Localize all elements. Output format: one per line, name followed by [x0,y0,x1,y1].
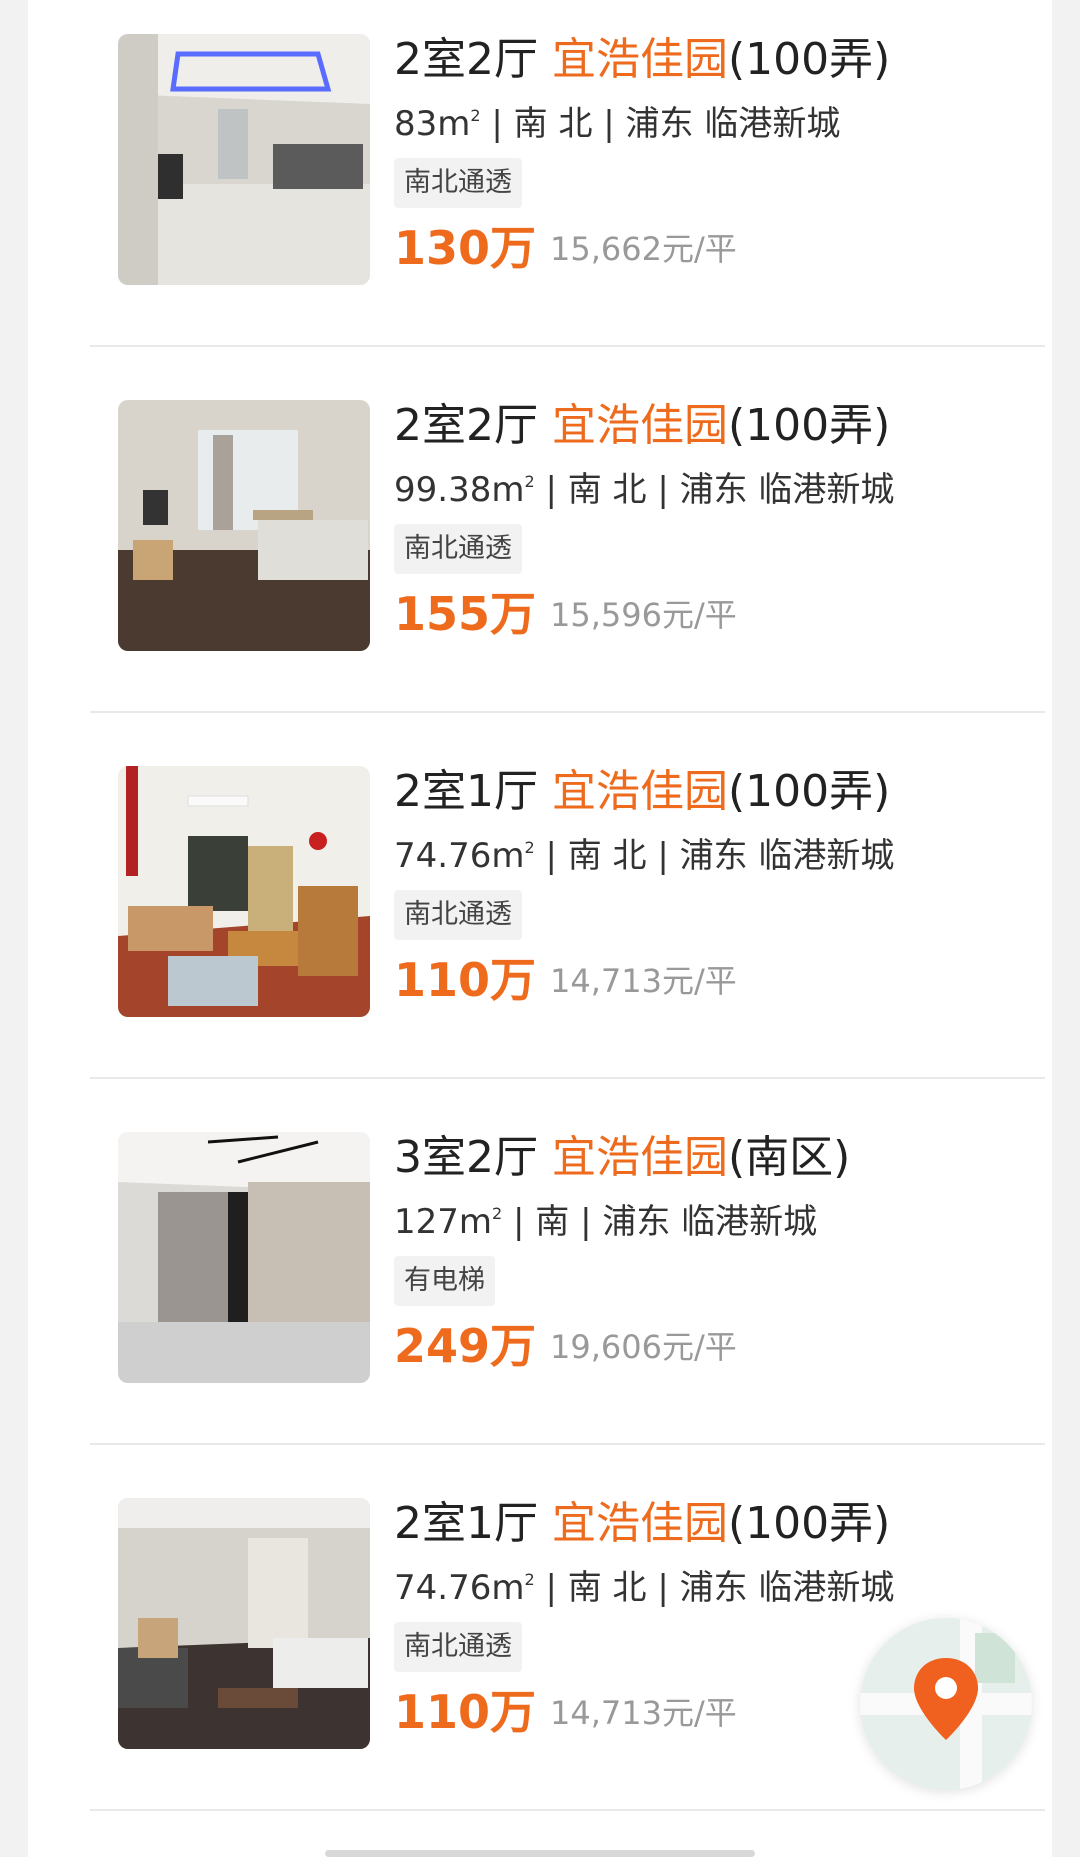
listing-page: 2室2厅 宜浩佳园(100弄) 83m2 | 南 北 | 浦东 临港新城 南北通… [28,0,1052,1857]
listing-tag: 南北通透 [394,890,522,940]
listing-title: 2室2厅 宜浩佳园(100弄) [394,30,1034,90]
listing-district: 浦东 临港新城 [679,1568,895,1608]
listing-unit-price: 14,713元/平 [550,962,737,1000]
listing-community: 宜浩佳园 [552,34,728,85]
map-button[interactable] [860,1618,1032,1790]
listing-orientation: 南 北 [567,470,647,510]
listing-area: 83m [394,104,471,144]
listing-card[interactable]: 2室1厅 宜浩佳园(100弄) 74.76m2 | 南 北 | 浦东 临港新城 … [90,732,1045,1098]
listing-community-suffix: (100弄) [728,1498,891,1549]
listing-card[interactable]: 2室2厅 宜浩佳园(100弄) 99.38m2 | 南 北 | 浦东 临港新城 … [90,366,1045,732]
listing-area: 127m [394,1202,493,1242]
listing-area-sup: 2 [524,472,535,491]
listing-area: 74.76m [394,836,525,876]
listing-layout: 2室2厅 [394,400,538,451]
divider [90,1443,1045,1445]
listing-layout: 2室2厅 [394,34,538,85]
listing-community-suffix: (南区) [728,1132,851,1183]
listing-photo[interactable] [118,766,370,1017]
listing-photo[interactable] [118,34,370,285]
listing-tag: 南北通透 [394,1622,522,1672]
listing-orientation: 南 北 [567,1568,647,1608]
listing-tag: 南北通透 [394,524,522,574]
listing-meta: 74.76m2 | 南 北 | 浦东 临港新城 [394,1568,895,1608]
listing-unit-price: 15,662元/平 [550,230,737,268]
listing-community-suffix: (100弄) [728,400,891,451]
listing-district: 浦东 临港新城 [679,470,895,510]
listing-unit-price: 14,713元/平 [550,1694,737,1732]
divider [90,711,1045,713]
listing-district: 浦东 临港新城 [625,104,841,144]
listing-price: 155万 [394,587,537,641]
listing-photo[interactable] [118,1132,370,1383]
listing-layout: 2室1厅 [394,1498,538,1549]
listing-tag: 有电梯 [394,1256,495,1306]
listing-meta: 99.38m2 | 南 北 | 浦东 临港新城 [394,470,895,510]
listing-area-sup: 2 [492,1204,503,1223]
listing-tag: 南北通透 [394,158,522,208]
listing-area-sup: 2 [524,1570,535,1589]
listing-district: 浦东 临港新城 [602,1202,818,1242]
listing-layout: 2室1厅 [394,766,538,817]
listing-area: 99.38m [394,470,525,510]
listing-title: 2室1厅 宜浩佳园(100弄) [394,1494,1034,1554]
listing-community: 宜浩佳园 [552,1132,728,1183]
listing-meta: 83m2 | 南 北 | 浦东 临港新城 [394,104,841,144]
listing-orientation: 南 [535,1202,570,1242]
listing-price: 249万 [394,1319,537,1373]
home-indicator [325,1850,755,1857]
listing-layout: 3室2厅 [394,1132,538,1183]
listing-card[interactable]: 2室2厅 宜浩佳园(100弄) 83m2 | 南 北 | 浦东 临港新城 南北通… [90,0,1045,366]
listing-community: 宜浩佳园 [552,1498,728,1549]
listing-price: 110万 [394,1685,537,1739]
listing-unit-price: 15,596元/平 [550,596,737,634]
listing-title: 2室1厅 宜浩佳园(100弄) [394,762,1034,822]
listing-unit-price: 19,606元/平 [550,1328,737,1366]
listing-price: 130万 [394,221,537,275]
listing-community: 宜浩佳园 [552,766,728,817]
listing-orientation: 南 北 [567,836,647,876]
listing-title: 2室2厅 宜浩佳园(100弄) [394,396,1034,456]
listing-price: 110万 [394,953,537,1007]
listing-community-suffix: (100弄) [728,34,891,85]
listing-orientation: 南 北 [513,104,593,144]
listing-area-sup: 2 [524,838,535,857]
listing-photo[interactable] [118,400,370,651]
listing-title: 3室2厅 宜浩佳园(南区) [394,1128,1034,1188]
listing-card[interactable]: 3室2厅 宜浩佳园(南区) 127m2 | 南 | 浦东 临港新城 有电梯 24… [90,1098,1045,1464]
divider [90,345,1045,347]
listing-meta: 127m2 | 南 | 浦东 临港新城 [394,1202,818,1242]
listing-community: 宜浩佳园 [552,400,728,451]
divider [90,1077,1045,1079]
listing-community-suffix: (100弄) [728,766,891,817]
divider [90,1809,1045,1811]
listing-area-sup: 2 [470,106,481,125]
listing-area: 74.76m [394,1568,525,1608]
listing-meta: 74.76m2 | 南 北 | 浦东 临港新城 [394,836,895,876]
listing-photo[interactable] [118,1498,370,1749]
listing-district: 浦东 临港新城 [679,836,895,876]
